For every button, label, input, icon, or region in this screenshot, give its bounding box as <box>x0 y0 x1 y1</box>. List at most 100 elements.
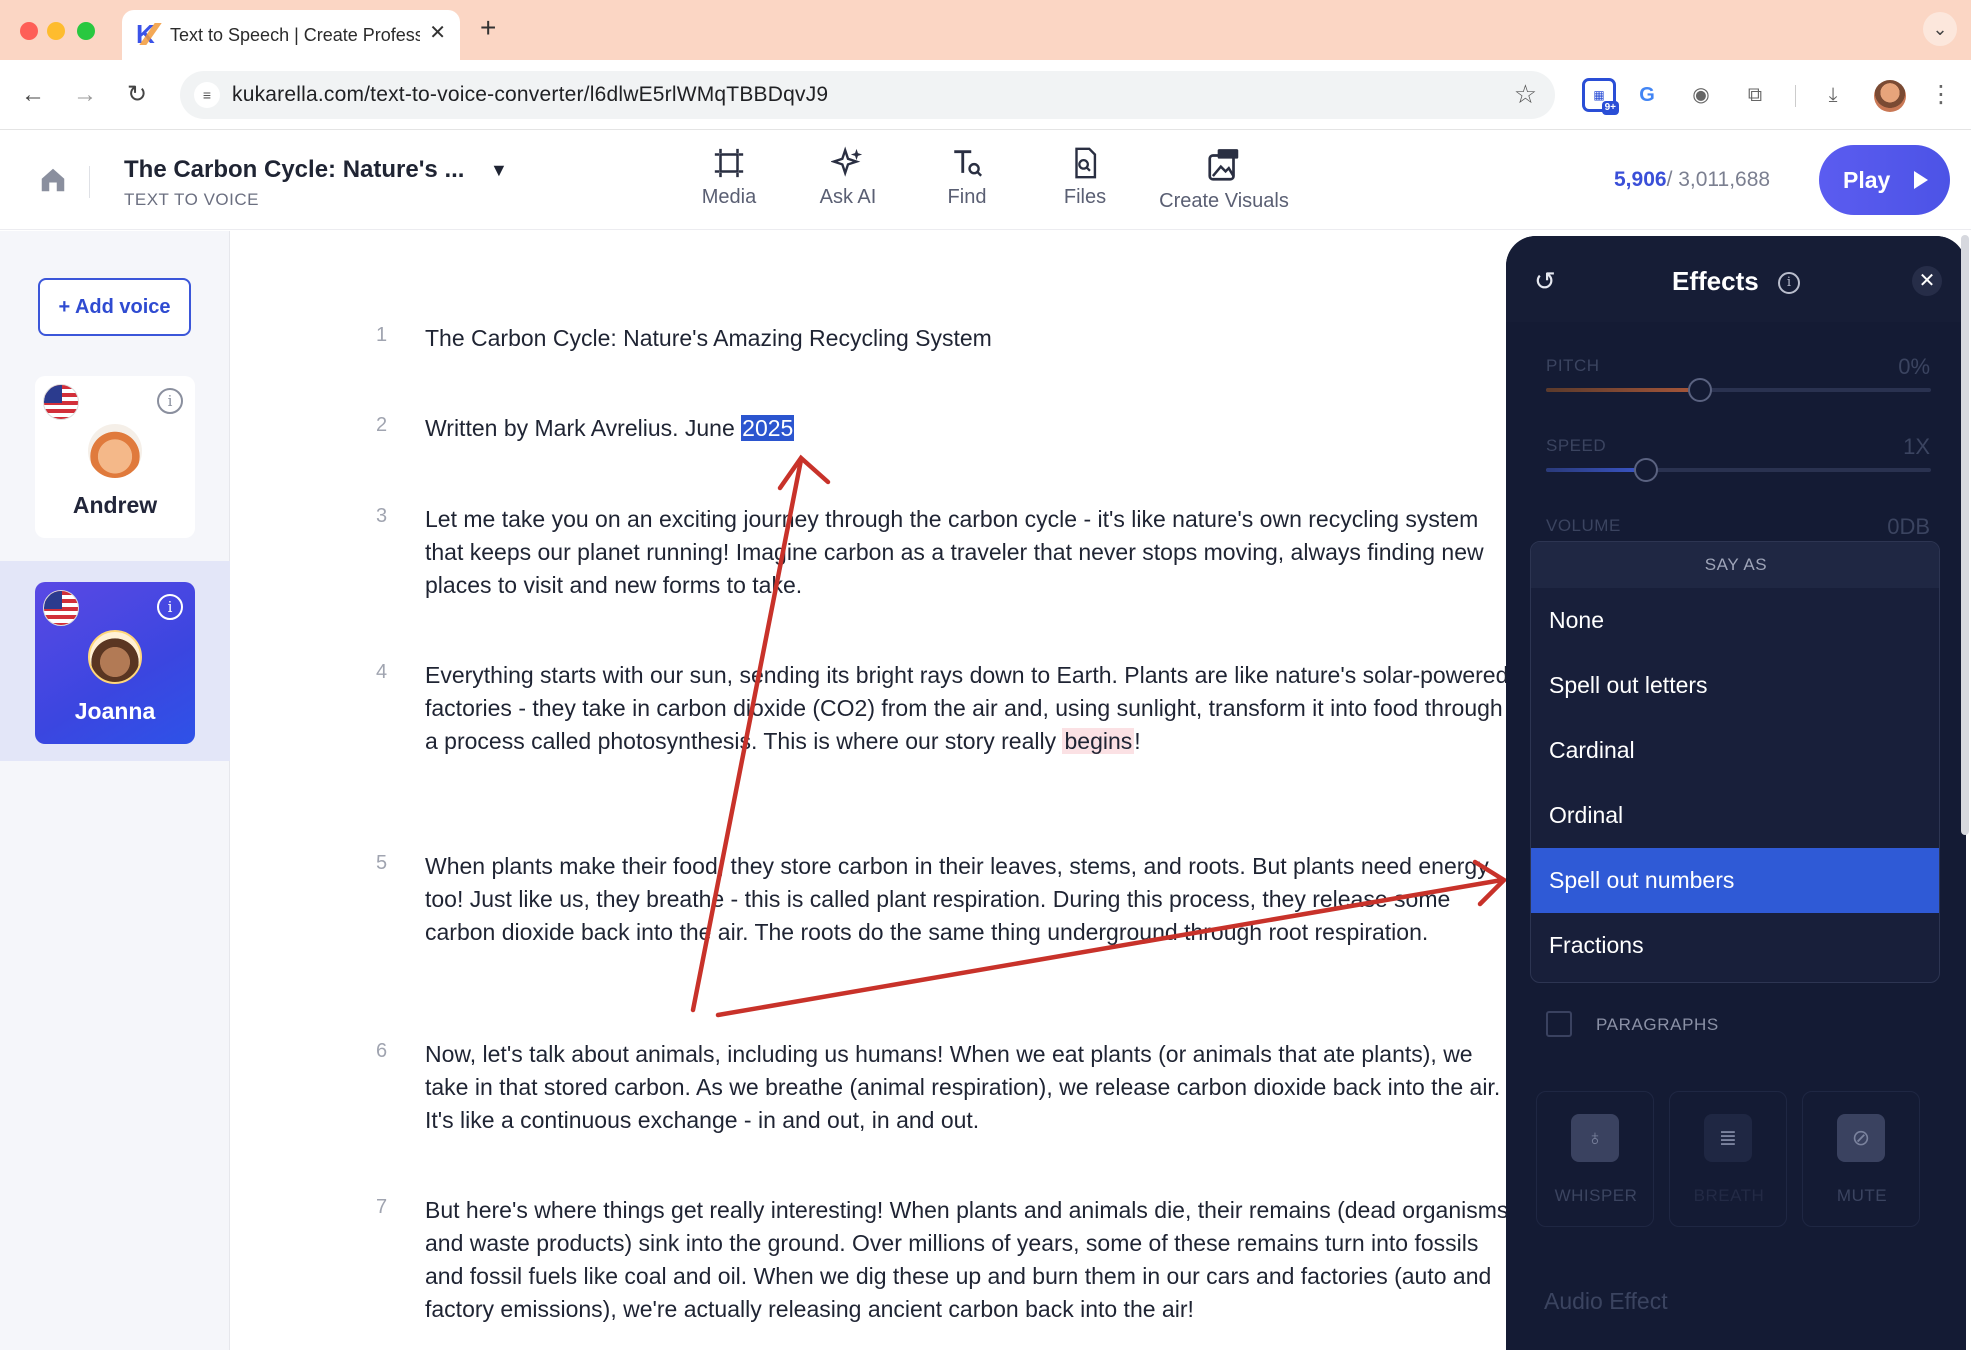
speed-slider-knob[interactable] <box>1634 458 1658 482</box>
audio-effect-label[interactable]: Audio Effect <box>1544 1288 1668 1315</box>
paragraph-text[interactable]: Everything starts with our sun, sending … <box>425 659 1511 758</box>
toolbar-divider <box>1795 85 1796 107</box>
close-tab-icon[interactable]: ✕ <box>429 23 446 43</box>
extension-badge-icon[interactable]: ▦ 9+ <box>1582 78 1619 115</box>
paragraph-number: 3 <box>376 505 388 527</box>
maximize-window-button[interactable] <box>77 22 95 40</box>
document-title[interactable]: The Carbon Cycle: Nature's ... <box>124 156 464 184</box>
paragraph-text-part: ! <box>1134 728 1141 754</box>
title-dropdown-caret-icon[interactable]: ▼ <box>490 160 508 181</box>
andrew-avatar <box>88 424 142 478</box>
paragraph-number: 7 <box>376 1196 388 1218</box>
reset-effects-icon[interactable]: ↺ <box>1534 266 1556 297</box>
find-text-icon <box>954 150 983 177</box>
characters-total: / 3,011,688 <box>1666 168 1771 191</box>
url-text[interactable]: kukarella.com/text-to-voice-converter/l6… <box>232 83 828 107</box>
bookmark-star-icon[interactable]: ☆ <box>1514 79 1537 110</box>
play-button[interactable]: Play <box>1819 145 1950 215</box>
kukarella-favicon-icon: K <box>136 20 160 48</box>
paragraph-number: 2 <box>376 414 388 436</box>
highlighted-word[interactable]: begins <box>1062 728 1135 754</box>
speed-label: SPEED <box>1546 436 1607 455</box>
voice-card-andrew[interactable]: i Andrew <box>35 376 195 538</box>
say-as-option-ordinal[interactable]: Ordinal <box>1531 783 1939 848</box>
paragraph-text[interactable]: When plants make their food, they store … <box>425 850 1511 949</box>
document-subtitle: TEXT TO VOICE <box>124 190 259 209</box>
selected-text[interactable]: 2025 <box>741 415 795 441</box>
voice-sidebar: + Add voice i Andrew i Joanna <box>0 231 230 1350</box>
paragraphs-checkbox[interactable] <box>1546 1011 1572 1037</box>
characters-used: 5,906 <box>1614 168 1667 191</box>
browser-tab[interactable]: K Text to Speech | Create Professional ✕ <box>122 10 460 60</box>
us-flag-icon <box>43 590 79 626</box>
speed-value: 1X <box>1903 434 1930 459</box>
volume-label: VOLUME <box>1546 516 1621 535</box>
voice-name: Joanna <box>74 698 156 724</box>
extension-badge-count: 9+ <box>1601 101 1619 115</box>
add-voice-button[interactable]: + Add voice <box>38 278 191 336</box>
close-effects-icon[interactable]: ✕ <box>1912 266 1942 296</box>
paragraph-number: 6 <box>376 1040 388 1062</box>
close-window-button[interactable] <box>20 22 38 40</box>
create-visuals-tool-button[interactable]: Create Visuals <box>1141 146 1307 216</box>
breath-label: BREATH <box>1693 1186 1765 1205</box>
page-scrollbar[interactable] <box>1961 235 1969 835</box>
voice-card-joanna[interactable]: i Joanna <box>35 582 195 744</box>
paragraph-text[interactable]: Let me take you on an exciting journey t… <box>425 503 1511 602</box>
paragraph-text-part: Everything starts with our sun, sending … <box>425 662 1509 754</box>
pitch-slider[interactable] <box>1546 378 1931 402</box>
paragraph-number: 5 <box>376 852 388 874</box>
effects-info-icon[interactable]: i <box>1778 272 1800 294</box>
ask-ai-tool-button[interactable]: Ask AI <box>793 146 903 216</box>
say-as-option-spell-numbers[interactable]: Spell out numbers <box>1531 848 1939 913</box>
paragraph-text[interactable]: But here's where things get really inter… <box>425 1194 1511 1326</box>
pitch-slider-knob[interactable] <box>1688 378 1712 402</box>
say-as-option-none[interactable]: None <box>1531 588 1939 653</box>
app-header: The Carbon Cycle: Nature's ... ▼ TEXT TO… <box>0 130 1971 230</box>
reload-icon[interactable]: ↻ <box>122 80 152 110</box>
extensions-puzzle-icon[interactable]: ⧉ <box>1740 80 1770 110</box>
joanna-avatar <box>88 630 142 684</box>
tab-search-chevron-icon[interactable]: ⌄ <box>1923 12 1957 46</box>
address-bar[interactable]: ≡ kukarella.com/text-to-voice-converter/… <box>180 71 1555 119</box>
find-tool-button[interactable]: Find <box>912 146 1022 216</box>
voice-info-icon[interactable]: i <box>157 388 183 414</box>
forward-arrow-icon[interactable]: → <box>70 80 100 110</box>
media-frame-icon <box>714 148 744 178</box>
pitch-value: 0% <box>1898 354 1930 379</box>
paragraph-text[interactable]: Written by Mark Avrelius. June 2025 <box>425 412 1511 445</box>
files-icon <box>1075 147 1097 179</box>
paragraph-text[interactable]: The Carbon Cycle: Nature's Amazing Recyc… <box>425 322 1511 355</box>
say-as-dropdown[interactable]: SAY AS None Spell out letters Cardinal O… <box>1530 541 1940 983</box>
pitch-slider-fill <box>1546 388 1700 392</box>
voice-info-icon[interactable]: i <box>157 594 183 620</box>
voice-name: Andrew <box>72 492 158 518</box>
say-as-option-spell-letters[interactable]: Spell out letters <box>1531 653 1939 718</box>
camera-extension-icon[interactable]: ◉ <box>1686 80 1716 110</box>
site-settings-icon[interactable]: ≡ <box>194 82 220 108</box>
new-tab-plus-icon[interactable]: + <box>480 14 496 42</box>
media-tool-button[interactable]: Media <box>674 146 784 216</box>
files-tool-button[interactable]: Files <box>1030 146 1140 216</box>
download-icon[interactable]: ⤓ <box>1818 80 1848 110</box>
speed-slider[interactable] <box>1546 458 1931 482</box>
whisper-button[interactable]: ♁ WHISPER <box>1536 1091 1654 1227</box>
mute-button[interactable]: ⊘ MUTE <box>1802 1091 1920 1227</box>
browser-tab-bar: K Text to Speech | Create Professional ✕… <box>0 0 1971 60</box>
paragraphs-label: PARAGRAPHS <box>1596 1015 1719 1034</box>
browser-menu-kebab-icon[interactable]: ⋮ <box>1926 80 1956 110</box>
whisper-ear-icon: ♁ <box>1571 1114 1619 1162</box>
say-as-option-fractions[interactable]: Fractions <box>1531 913 1939 978</box>
effects-title: Effects <box>1672 266 1759 296</box>
tab-title: Text to Speech | Create Professional <box>170 25 420 45</box>
translate-extension-icon[interactable]: G <box>1632 80 1662 110</box>
paragraph-text[interactable]: Now, let's talk about animals, including… <box>425 1038 1511 1137</box>
home-icon[interactable] <box>38 165 68 195</box>
back-arrow-icon[interactable]: ← <box>18 80 48 110</box>
breath-button[interactable]: ≣ BREATH <box>1669 1091 1787 1227</box>
minimize-window-button[interactable] <box>47 22 65 40</box>
say-as-option-cardinal[interactable]: Cardinal <box>1531 718 1939 783</box>
say-as-header: SAY AS <box>1531 542 1939 588</box>
profile-avatar[interactable] <box>1874 80 1906 112</box>
text-editor[interactable]: 1 The Carbon Cycle: Nature's Amazing Rec… <box>231 231 1511 1350</box>
